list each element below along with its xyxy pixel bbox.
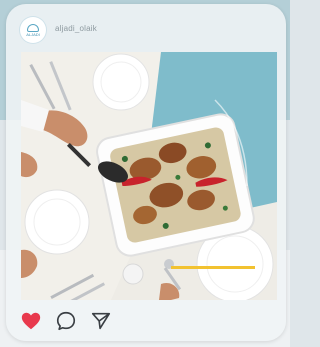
send-icon [91, 312, 111, 330]
comment-button[interactable] [55, 310, 77, 332]
avatar-text: ALJADI [26, 31, 40, 37]
food-photo-illustration [21, 52, 277, 300]
logo-mark-icon [27, 23, 39, 32]
username[interactable]: aljadi_olaik [55, 24, 97, 33]
post-photo[interactable] [21, 52, 277, 300]
comment-icon [56, 311, 76, 331]
yellow-accent-line [171, 266, 255, 269]
small-bowl [122, 263, 144, 285]
like-button[interactable] [20, 310, 42, 332]
share-button[interactable] [90, 310, 112, 332]
left-plate [24, 189, 90, 255]
post-card: ALJADI aljadi_olaik [6, 4, 286, 341]
post-actions [20, 310, 140, 336]
avatar[interactable]: ALJADI [20, 17, 46, 43]
heart-icon [21, 312, 41, 330]
